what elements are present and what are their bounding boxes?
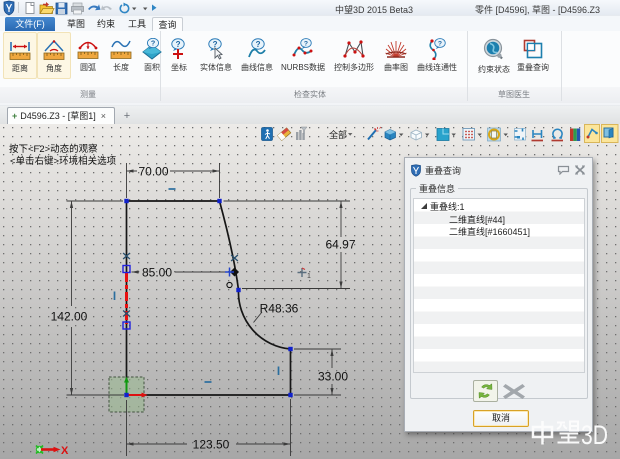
svg-text:按下<F2>动态的观察: 按下<F2>动态的观察 — [9, 143, 98, 155]
svg-text:?: ? — [176, 40, 181, 49]
svg-text:?: ? — [256, 40, 261, 49]
svg-text:1: 1 — [307, 273, 311, 280]
svg-text:全部: 全部 — [329, 129, 347, 140]
svg-text:33.00: 33.00 — [318, 370, 348, 384]
svg-text:64.97: 64.97 — [325, 238, 355, 252]
svg-text:?: ? — [304, 41, 308, 48]
svg-text:85.00: 85.00 — [142, 266, 172, 280]
svg-text:3D: 3D — [581, 420, 608, 450]
svg-text:X: X — [61, 445, 69, 457]
svg-text:<单击右键>环境相关选项: <单击右键>环境相关选项 — [10, 155, 117, 167]
svg-text:?: ? — [151, 39, 155, 48]
svg-text:123.50: 123.50 — [193, 438, 230, 452]
svg-text:R48.36: R48.36 — [260, 302, 299, 316]
svg-text:142.00: 142.00 — [51, 310, 88, 324]
svg-text:?: ? — [438, 41, 442, 48]
svg-text:70.00: 70.00 — [138, 165, 168, 179]
